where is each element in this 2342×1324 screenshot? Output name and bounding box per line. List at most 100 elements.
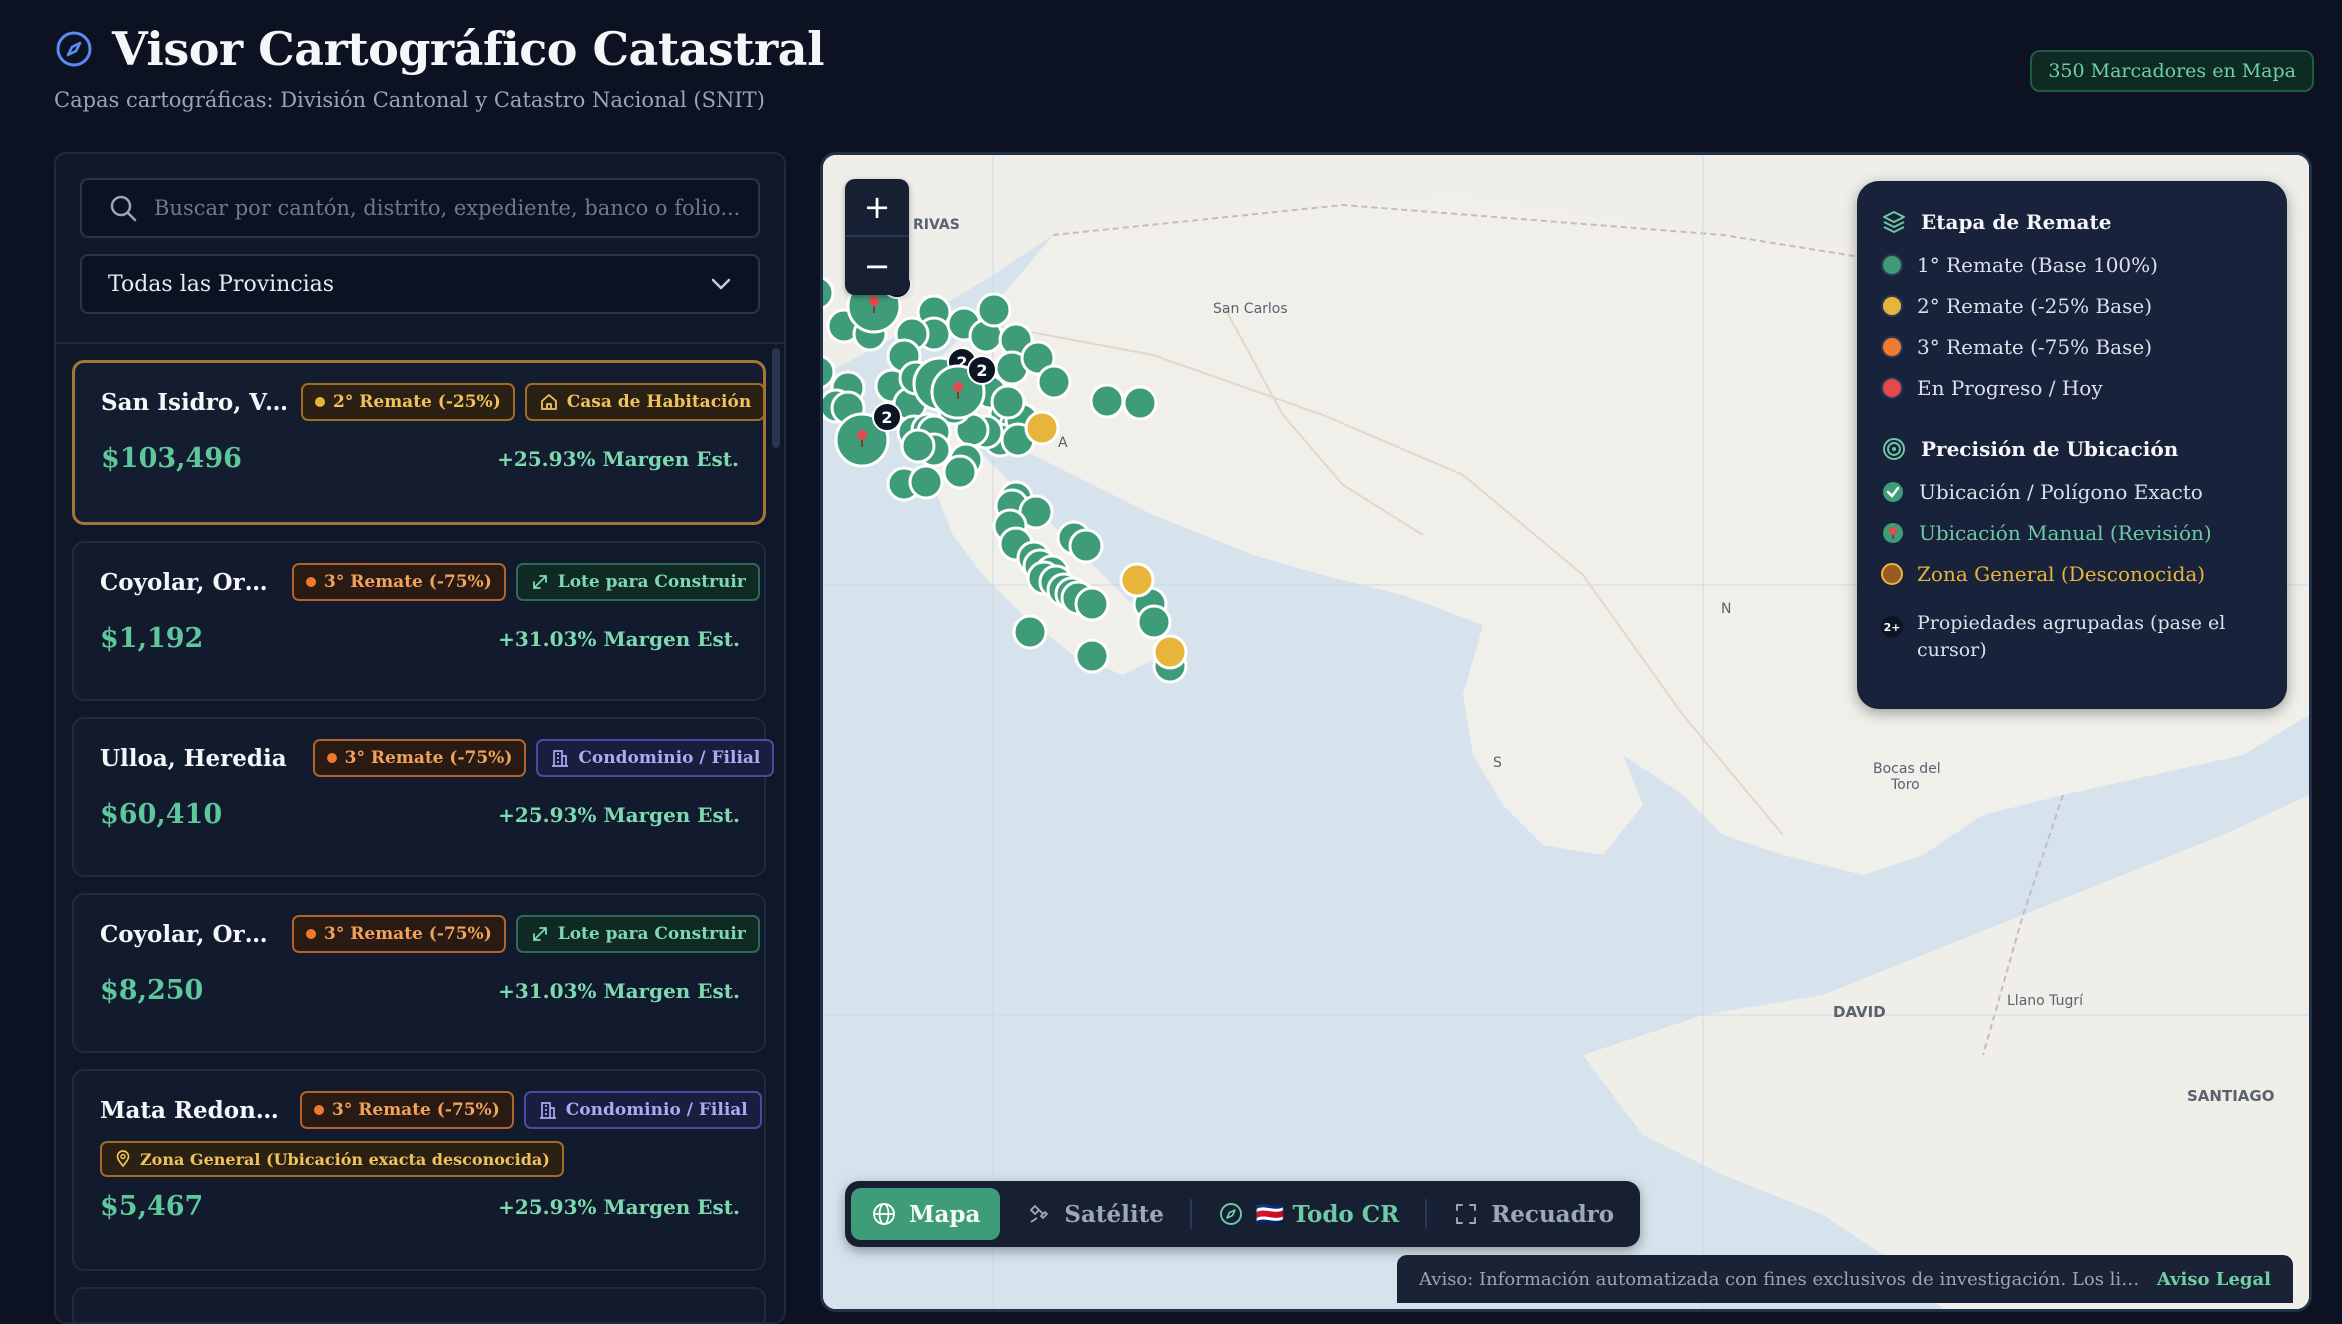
- province-select[interactable]: Todas las Provincias: [80, 254, 760, 314]
- property-marker[interactable]: [1074, 586, 1110, 622]
- place-label: Llano Tugrí: [2007, 993, 2084, 1009]
- map-view-label: Mapa: [909, 1200, 981, 1228]
- property-marker[interactable]: [942, 454, 978, 490]
- legend-label: En Progreso / Hoy: [1917, 376, 2103, 400]
- cluster-count: 2: [881, 408, 892, 427]
- zone-badge: Zona General (Ubicación exacta desconoci…: [100, 1141, 564, 1177]
- expand-icon: [532, 575, 547, 589]
- legend-label: 3° Remate (-75% Base): [1917, 335, 2152, 359]
- crop-button[interactable]: Recuadro: [1433, 1188, 1634, 1240]
- legend-swatch: [1881, 336, 1903, 358]
- property-card[interactable]: Coyolar, Orot... 3° Remate (-75%) Lote p…: [72, 541, 766, 701]
- toolbar-separator: [1189, 1199, 1192, 1229]
- property-marker[interactable]: [1152, 634, 1188, 670]
- property-marker[interactable]: [1119, 562, 1155, 598]
- pin-icon: [953, 382, 963, 392]
- property-marker[interactable]: [1036, 364, 1072, 400]
- property-margin: +25.93% Margen Est.: [498, 1194, 740, 1219]
- map-view-button[interactable]: Mapa: [851, 1188, 1001, 1240]
- place-label: A: [1058, 435, 1068, 451]
- building-icon: [539, 1102, 556, 1119]
- property-card[interactable]: San Isidro, Vá... 2° Remate (-25%) Casa …: [72, 360, 766, 525]
- property-marker[interactable]: [1136, 604, 1172, 640]
- page-subtitle: Capas cartográficas: División Cantonal y…: [54, 88, 765, 112]
- property-price: $1,192: [100, 623, 204, 654]
- all-cr-label: 🇨🇷 Todo CR: [1255, 1200, 1400, 1228]
- map-legend: Etapa de Remate 1° Remate (Base 100%) 2°…: [1857, 181, 2287, 709]
- all-cr-button[interactable]: 🇨🇷 Todo CR: [1198, 1188, 1419, 1240]
- property-card[interactable]: Mata Redond... 3° Remate (-75%) Condomin…: [72, 1069, 766, 1271]
- legend-label: 1° Remate (Base 100%): [1917, 253, 2158, 277]
- map-panel[interactable]: RIVAS San Carlos A N S Bocas del Toro DA…: [820, 152, 2312, 1312]
- property-margin: +31.03% Margen Est.: [498, 978, 740, 1003]
- legend-swatch: [1881, 254, 1903, 276]
- legend-item: 3° Remate (-75% Base): [1881, 335, 2263, 359]
- province-select-value: Todas las Provincias: [108, 271, 335, 297]
- type-badge-label: Lote para Construir: [557, 924, 746, 944]
- place-label: Toro: [1890, 777, 1920, 793]
- property-marker[interactable]: [1068, 528, 1104, 564]
- pin-icon: [857, 430, 867, 440]
- legend-item: 1° Remate (Base 100%): [1881, 253, 2263, 277]
- toolbar-separator: [1425, 1199, 1428, 1229]
- type-badge: Lote para Construir: [515, 915, 760, 953]
- satellite-view-button[interactable]: Satélite: [1006, 1188, 1184, 1240]
- legend-item: Ubicación Manual (Revisión): [1881, 521, 2263, 545]
- property-marker[interactable]: [990, 384, 1026, 420]
- zoom-in-button[interactable]: +: [845, 179, 909, 237]
- property-marker[interactable]: [900, 428, 936, 464]
- property-marker[interactable]: [976, 292, 1012, 328]
- property-marker[interactable]: [1122, 385, 1158, 421]
- cluster-icon: 2+: [1881, 616, 1903, 638]
- satellite-view-label: Satélite: [1064, 1200, 1164, 1228]
- crop-label: Recuadro: [1491, 1200, 1615, 1228]
- property-marker[interactable]: [908, 464, 944, 500]
- layers-icon: [1883, 211, 1905, 233]
- legal-notice-link[interactable]: Aviso Legal: [2157, 1269, 2271, 1290]
- home-icon: [540, 394, 557, 410]
- stage-badge-label: 3° Remate (-75%): [332, 1100, 500, 1120]
- search-input[interactable]: [154, 196, 758, 220]
- type-badge: Condominio / Filial: [523, 1091, 762, 1129]
- property-marker[interactable]: [1024, 410, 1060, 446]
- stage-badge-label: 3° Remate (-75%): [324, 924, 492, 944]
- property-title: Mata Redond...: [100, 1096, 290, 1124]
- expand-icon: [532, 927, 547, 941]
- search-box[interactable]: [80, 178, 760, 238]
- property-title: Ulloa, Heredia: [100, 744, 287, 772]
- property-price: $103,496: [101, 443, 242, 474]
- stage-badge: 3° Remate (-75%): [292, 915, 506, 953]
- place-label: SANTIAGO: [2187, 1087, 2274, 1105]
- property-card[interactable]: [72, 1287, 766, 1322]
- target-icon: [1883, 438, 1905, 460]
- page-title: Visor Cartográfico Catastral: [112, 22, 825, 76]
- globe-icon: [873, 1203, 895, 1225]
- sidebar: Todas las Provincias San Isidro, Vá... 2…: [54, 152, 786, 1324]
- property-marker[interactable]: [1074, 638, 1110, 674]
- map-pin-icon: [116, 1150, 130, 1168]
- legend-precision-title-text: Precisión de Ubicación: [1921, 437, 2179, 461]
- page-header: Visor Cartográfico Catastral Capas carto…: [54, 22, 2314, 132]
- property-card[interactable]: Ulloa, Heredia 3° Remate (-75%) Condomin…: [72, 717, 775, 877]
- compass-icon: [56, 31, 92, 67]
- check-circle-icon: [1883, 482, 1903, 502]
- legend-precision-title: Precisión de Ubicación: [1881, 436, 2263, 462]
- property-marker[interactable]: [1089, 383, 1125, 419]
- property-list: San Isidro, Vá... 2° Remate (-25%) Casa …: [56, 344, 784, 1322]
- property-card[interactable]: Coyolar, Orot... 3° Remate (-75%) Lote p…: [72, 893, 766, 1053]
- legend-item: 2+ Propiedades agrupadas (pase el cursor…: [1881, 610, 2263, 664]
- legend-item: 2° Remate (-25% Base): [1881, 294, 2263, 318]
- stage-badge: 3° Remate (-75%): [292, 563, 506, 601]
- property-price: $60,410: [100, 799, 223, 830]
- zoom-out-button[interactable]: −: [845, 237, 909, 295]
- type-badge: Condominio / Filial: [536, 739, 775, 777]
- property-marker[interactable]: [1012, 614, 1048, 650]
- stage-badge-label: 2° Remate (-25%): [333, 392, 501, 412]
- building-icon: [552, 750, 569, 767]
- legend-stage-title-text: Etapa de Remate: [1921, 210, 2112, 234]
- legend-swatch: [1881, 563, 1903, 585]
- legend-stage-title: Etapa de Remate: [1881, 209, 2263, 235]
- stage-badge-label: 3° Remate (-75%): [344, 748, 513, 768]
- legend-item: En Progreso / Hoy: [1881, 376, 2263, 400]
- property-title: Coyolar, Orot...: [100, 920, 282, 948]
